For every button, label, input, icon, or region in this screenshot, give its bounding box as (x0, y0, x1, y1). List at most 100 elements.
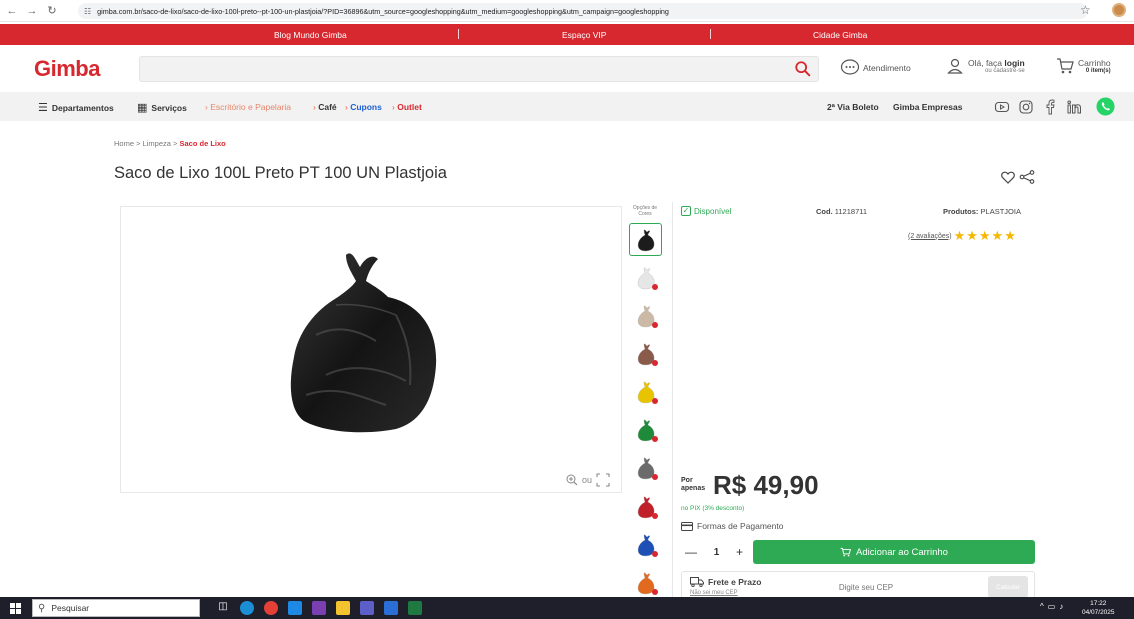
linkedin-icon[interactable] (1066, 99, 1082, 115)
unavailable-dot (652, 284, 658, 290)
vip-link[interactable]: Espaço VIP (562, 30, 606, 40)
cafe-label: Café (318, 102, 337, 112)
teams-icon[interactable] (360, 601, 374, 615)
login-strong: login (1004, 58, 1025, 68)
reviews: (2 avaliações) ★★★★★ (908, 228, 1017, 244)
breadcrumb-limpeza[interactable]: Limpeza (143, 139, 171, 148)
cep-input[interactable] (791, 578, 941, 596)
heart-icon[interactable] (1001, 171, 1015, 184)
whatsapp-icon[interactable] (1096, 97, 1115, 116)
quantity-stepper: — 1 + (681, 540, 747, 564)
word-icon[interactable] (384, 601, 398, 615)
cupons-label: Cupons (350, 102, 382, 112)
windows-taskbar: ⚲ Pesquisar ◫ ^ ▭ ♪ 17:22 04/07/2025 (0, 597, 1134, 619)
atendimento-button[interactable]: Atendimento (840, 59, 911, 77)
outlet-link[interactable]: › Outlet (392, 102, 422, 112)
servicos-menu[interactable]: ▦ Serviços (137, 101, 187, 114)
departamentos-menu[interactable]: ☰ Departamentos (38, 101, 114, 114)
reload-icon[interactable]: ↻ (44, 3, 60, 19)
color-swatch-cinza[interactable] (629, 451, 662, 484)
task-view-icon[interactable]: ◫ (216, 601, 230, 615)
url-text: gimba.com.br/saco-de-lixo/saco-de-lixo-1… (97, 6, 669, 16)
site-header: Gimba Atendimento Olá, faça login ou cad… (0, 45, 1134, 92)
unavailable-dot (652, 474, 658, 480)
vpn-app-icon[interactable] (312, 601, 326, 615)
unavailable-dot (652, 398, 658, 404)
windows-start-icon[interactable] (10, 603, 21, 614)
breadcrumb-home[interactable]: Home (114, 139, 134, 148)
decrease-button[interactable]: — (685, 545, 697, 559)
volume-icon[interactable]: ♪ (1059, 602, 1063, 611)
trash-bag-image (290, 253, 437, 433)
search-input[interactable] (140, 57, 780, 81)
hamburger-icon: ☰ (38, 102, 48, 114)
add-to-cart-label: Adicionar ao Carrinho (856, 546, 948, 558)
payment-forms-link[interactable]: Formas de Pagamento (681, 521, 783, 531)
chrome-icon[interactable] (264, 601, 278, 615)
file-explorer-icon[interactable] (336, 601, 350, 615)
taskbar-search[interactable]: ⚲ Pesquisar (32, 599, 200, 617)
reviews-link[interactable]: (2 avaliações) (908, 233, 952, 240)
breadcrumb-current: Saco de Lixo (179, 139, 226, 148)
browser-toolbar: ← → ↻ ☷ gimba.com.br/saco-de-lixo/saco-d… (0, 0, 1134, 22)
back-icon[interactable]: ← (4, 3, 20, 19)
payment-forms-label: Formas de Pagamento (697, 521, 784, 531)
color-swatch-amarelo[interactable] (629, 375, 662, 408)
color-swatch-branco[interactable] (629, 261, 662, 294)
system-tray: ^ ▭ ♪ (1040, 602, 1063, 611)
facebook-icon[interactable] (1042, 99, 1058, 115)
site-settings-icon[interactable]: ☷ (84, 7, 91, 16)
unavailable-dot (652, 589, 658, 595)
color-swatch-vermelho[interactable] (629, 490, 662, 523)
increase-button[interactable]: + (736, 545, 743, 559)
blog-link[interactable]: Blog Mundo Gimba (274, 30, 347, 40)
add-to-cart-button[interactable]: Adicionar ao Carrinho (753, 540, 1035, 564)
youtube-icon[interactable] (994, 99, 1010, 115)
unknown-cep-link[interactable]: Não sei meu CEP (690, 590, 738, 596)
cafe-link[interactable]: › Café (313, 102, 337, 112)
network-icon[interactable]: ▭ (1048, 602, 1056, 611)
excel-icon[interactable] (408, 601, 422, 615)
clock-date: 04/07/2025 (1082, 609, 1115, 616)
empresas-link[interactable]: Gimba Empresas (893, 102, 962, 112)
cart-icon (1057, 58, 1074, 74)
address-bar[interactable]: ☷ gimba.com.br/saco-de-lixo/saco-de-lixo… (78, 3, 1088, 19)
escritorio-label: Escritório e Papelaria (210, 102, 291, 112)
chevron-up-icon[interactable]: ^ (1040, 602, 1044, 611)
cupons-link[interactable]: › Cupons (345, 102, 382, 112)
unavailable-dot (652, 360, 658, 366)
code-value: 11218711 (834, 207, 868, 216)
gimba-logo[interactable]: Gimba (34, 56, 100, 82)
star-icon: ★ (966, 228, 979, 243)
share-icon[interactable] (1019, 170, 1035, 184)
color-swatch-laranja[interactable] (629, 566, 662, 599)
quantity-value[interactable]: 1 (714, 547, 720, 558)
color-swatch-verde[interactable] (629, 413, 662, 446)
product-image-area[interactable] (120, 206, 622, 493)
outlook-icon[interactable] (288, 601, 302, 615)
login-button[interactable]: Olá, faça login ou cadastre-se (946, 57, 1025, 75)
color-swatch-preto[interactable] (629, 223, 662, 256)
breadcrumb: Home > Limpeza > Saco de Lixo (114, 139, 226, 148)
code-label: Cod. (816, 207, 833, 216)
color-swatch-azul[interactable] (629, 528, 662, 561)
calculate-freight-button[interactable]: Calcular (988, 576, 1028, 598)
fullscreen-icon[interactable] (596, 473, 610, 487)
cart-button[interactable]: Carrinho 0 item(s) (1056, 57, 1111, 75)
color-options-label: Opções de Cores (632, 205, 658, 217)
edge-icon[interactable] (240, 601, 254, 615)
escritorio-link[interactable]: › Escritório e Papelaria (205, 102, 291, 112)
boleto-link[interactable]: 2ª Via Boleto (827, 102, 879, 112)
instagram-icon[interactable] (1018, 99, 1034, 115)
search-icon[interactable] (794, 60, 812, 78)
bookmark-star-icon[interactable]: ☆ (1080, 3, 1091, 17)
forward-icon[interactable]: → (24, 3, 40, 19)
freight-title-label: Frete e Prazo (708, 577, 762, 587)
profile-avatar[interactable] (1112, 3, 1126, 17)
taskbar-clock[interactable]: 17:22 04/07/2025 (1082, 599, 1115, 617)
color-swatch-bege[interactable] (629, 299, 662, 332)
cidade-link[interactable]: Cidade Gimba (813, 30, 867, 40)
zoom-in-icon[interactable] (566, 474, 578, 486)
vertical-divider (672, 202, 673, 597)
color-swatch-marrom[interactable] (629, 337, 662, 370)
